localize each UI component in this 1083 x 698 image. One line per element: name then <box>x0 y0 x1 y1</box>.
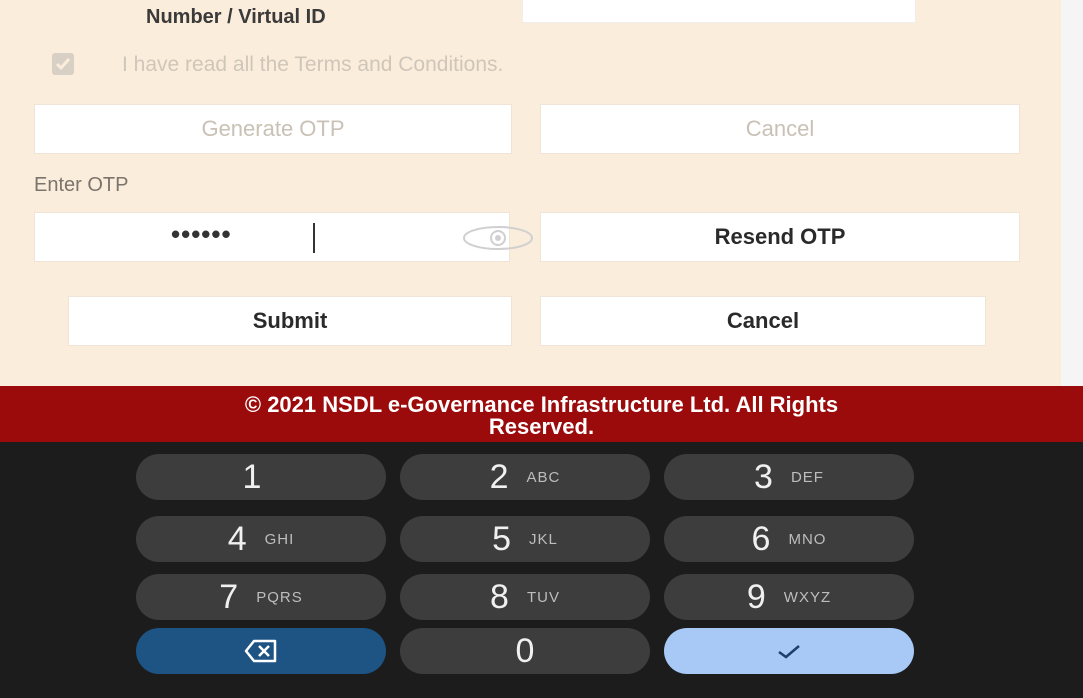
key-digit: 7 <box>219 577 239 616</box>
check-icon <box>55 58 71 71</box>
key-7[interactable]: 7 PQRS <box>136 574 386 620</box>
key-letters: TUV <box>526 588 560 606</box>
cancel-bottom-button[interactable]: Cancel <box>540 296 986 346</box>
key-letters: MNO <box>788 530 827 548</box>
key-letters: PQRS <box>256 588 303 606</box>
key-letters: ABC <box>526 468 561 486</box>
backspace-key[interactable] <box>136 628 386 674</box>
key-9[interactable]: 9 WXYZ <box>664 574 914 620</box>
key-digit: 8 <box>490 577 509 616</box>
submit-button[interactable]: Submit <box>68 296 512 346</box>
form-panel: Number / Virtual ID I have read all the … <box>0 0 1061 386</box>
text-cursor <box>313 223 315 253</box>
key-letters: GHI <box>264 530 295 548</box>
key-digit: 1 <box>242 457 262 496</box>
id-field-label: Number / Virtual ID <box>146 6 326 28</box>
key-3[interactable]: 3 DEF <box>664 454 914 500</box>
key-4[interactable]: 4 GHI <box>136 516 386 562</box>
key-6[interactable]: 6 MNO <box>664 516 914 562</box>
otp-value: •••••• <box>171 219 232 249</box>
generate-otp-button[interactable]: Generate OTP <box>34 104 512 154</box>
key-letters: DEF <box>790 468 824 486</box>
key-digit: 0 <box>515 631 535 670</box>
key-digit: 2 <box>489 457 509 496</box>
key-5[interactable]: 5 JKL <box>400 516 650 562</box>
copyright-line-1: © 2021 NSDL e-Governance Infrastructure … <box>244 392 839 417</box>
key-digit: 4 <box>227 519 247 558</box>
checkmark-icon <box>778 645 800 659</box>
key-letters: JKL <box>529 530 558 548</box>
eye-icon[interactable] <box>461 225 535 251</box>
cancel-top-button[interactable]: Cancel <box>540 104 1020 154</box>
otp-input[interactable]: •••••• <box>34 212 533 262</box>
copyright-footer: © 2021 NSDL e-Governance Infrastructure … <box>0 386 1083 442</box>
key-2[interactable]: 2 ABC <box>400 454 650 500</box>
key-letters: WXYZ <box>783 588 832 606</box>
page-edge <box>1061 0 1083 386</box>
done-key[interactable] <box>664 628 914 674</box>
resend-otp-button[interactable]: Resend OTP <box>540 212 1020 262</box>
key-8[interactable]: 8 TUV <box>400 574 650 620</box>
key-digit: 5 <box>492 519 512 558</box>
backspace-icon <box>244 639 277 663</box>
key-digit: 6 <box>751 519 771 558</box>
enter-otp-label: Enter OTP <box>34 174 129 196</box>
id-input[interactable] <box>522 0 916 23</box>
terms-label: I have read all the Terms and Conditions… <box>122 53 504 76</box>
key-digit: 3 <box>754 457 773 496</box>
copyright-line-2: Reserved. <box>488 414 595 439</box>
terms-checkbox[interactable] <box>52 53 74 75</box>
key-0[interactable]: 0 <box>400 628 650 674</box>
key-1[interactable]: 1 <box>136 454 386 500</box>
key-digit: 9 <box>746 577 766 616</box>
